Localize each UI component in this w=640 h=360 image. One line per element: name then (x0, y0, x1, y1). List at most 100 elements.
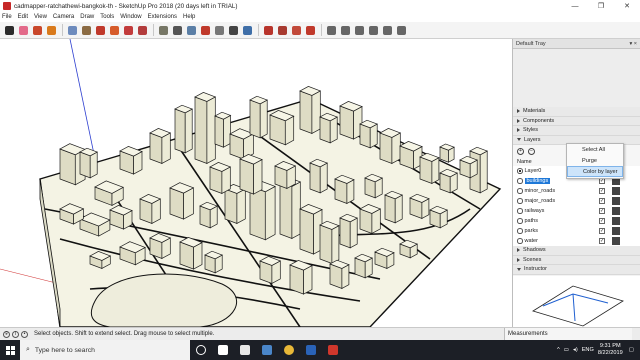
panel-shadows[interactable]: Shadows (513, 246, 640, 256)
menu-view[interactable]: View (34, 14, 47, 20)
sketchup-active-taskbar-button[interactable] (322, 340, 344, 360)
menu-file[interactable]: File (2, 14, 12, 20)
orbit-tool-button[interactable] (199, 24, 211, 36)
maximize-button[interactable]: ❐ (588, 0, 614, 12)
menu-item-select-all[interactable]: Select All (567, 144, 623, 155)
close-button[interactable]: ✕ (614, 0, 640, 12)
panel-scenes[interactable]: Scenes (513, 255, 640, 265)
active-layer-radio[interactable] (517, 168, 523, 174)
left-view-button[interactable] (395, 24, 407, 36)
layer-color-swatch[interactable] (612, 187, 620, 195)
panel-instructor[interactable]: Instructor (513, 265, 640, 275)
minimize-button[interactable]: — (562, 0, 588, 12)
paint-bucket-tool-button[interactable] (185, 24, 197, 36)
active-layer-radio[interactable] (517, 208, 523, 214)
credits-icon[interactable]: i (12, 330, 19, 338)
language-indicator[interactable]: ENG (582, 347, 594, 353)
chrome-taskbar-button[interactable] (278, 340, 300, 360)
top-view-button[interactable] (339, 24, 351, 36)
panel-materials[interactable]: Materials (513, 107, 640, 117)
menu-extensions[interactable]: Extensions (148, 14, 177, 20)
layer-row[interactable]: parks ✓ (513, 226, 640, 236)
layout-tool-button[interactable] (290, 24, 302, 36)
zoom-tool-button[interactable] (227, 24, 239, 36)
menu-window[interactable]: Window (120, 14, 141, 20)
layer-row[interactable]: railways ✓ (513, 206, 640, 216)
scale-tool-button[interactable] (122, 24, 134, 36)
rotate-tool-button[interactable] (108, 24, 120, 36)
menu-item-purge[interactable]: Purge (567, 155, 623, 166)
eraser-tool-button[interactable] (17, 24, 29, 36)
extension-warehouse-tool-button[interactable] (276, 24, 288, 36)
layer-color-swatch[interactable] (612, 207, 620, 215)
sketchup-taskbar-button[interactable] (256, 340, 278, 360)
pin-icon[interactable]: ▾ × (629, 41, 637, 47)
menu-draw[interactable]: Draw (80, 14, 94, 20)
layer-row[interactable]: major_roads ✓ (513, 196, 640, 206)
measurements-box[interactable]: Measurements (504, 327, 632, 341)
shape-tool-button[interactable] (66, 24, 78, 36)
taskbar-search[interactable]: ⌕ Type here to search (20, 340, 190, 360)
active-layer-radio[interactable] (517, 178, 523, 184)
active-layer-radio[interactable] (517, 238, 523, 244)
back-view-button[interactable] (381, 24, 393, 36)
model-viewport[interactable] (0, 39, 512, 327)
menu-edit[interactable]: Edit (18, 14, 28, 20)
layer-row[interactable]: minor_roads ✓ (513, 186, 640, 196)
layer-color-swatch[interactable] (612, 197, 620, 205)
delete-layer-icon[interactable]: − (528, 147, 535, 155)
building (209, 162, 232, 195)
offset-tool-button[interactable] (136, 24, 148, 36)
up-arrow-icon[interactable]: ^ (557, 347, 560, 353)
network-icon[interactable]: ▭ (564, 347, 569, 353)
active-layer-radio[interactable] (517, 218, 523, 224)
active-layer-radio[interactable] (517, 188, 523, 194)
user-icon[interactable]: • (21, 330, 28, 338)
clock[interactable]: 9:31 PM 8/22/2019 (598, 343, 623, 357)
text-tool-button[interactable] (171, 24, 183, 36)
layer-color-swatch[interactable] (612, 217, 620, 225)
add-layer-icon[interactable]: + (517, 147, 524, 155)
pushpull-tool-button[interactable] (80, 24, 92, 36)
visibility-checkbox[interactable]: ✓ (599, 238, 605, 244)
right-view-button[interactable] (367, 24, 379, 36)
pan-tool-button[interactable] (213, 24, 225, 36)
extension-manager-tool-button[interactable] (304, 24, 316, 36)
visibility-checkbox[interactable]: ✓ (599, 188, 605, 194)
visibility-checkbox[interactable]: ✓ (599, 208, 605, 214)
revit-taskbar-button[interactable] (300, 340, 322, 360)
iso-view-button[interactable] (325, 24, 337, 36)
visibility-checkbox[interactable]: ✓ (599, 198, 605, 204)
tape-measure-tool-button[interactable] (157, 24, 169, 36)
unreal-taskbar-button[interactable] (234, 340, 256, 360)
active-layer-radio[interactable] (517, 228, 523, 234)
select-tool-button[interactable] (3, 24, 15, 36)
move-tool-button[interactable] (94, 24, 106, 36)
arc-tool-button[interactable] (45, 24, 57, 36)
visibility-checkbox[interactable]: ✓ (599, 228, 605, 234)
warehouse-tool-button[interactable] (262, 24, 274, 36)
windows-start-icon[interactable] (0, 340, 20, 360)
building (149, 128, 172, 165)
menu-camera[interactable]: Camera (53, 14, 74, 20)
layer-color-swatch[interactable] (612, 237, 620, 245)
line-tool-button[interactable] (31, 24, 43, 36)
volume-icon[interactable]: ◂) (573, 347, 578, 353)
menu-tools[interactable]: Tools (100, 14, 114, 20)
visibility-checkbox[interactable]: ✓ (599, 218, 605, 224)
layer-row[interactable]: paths ✓ (513, 216, 640, 226)
menu-item-color-by-layer[interactable]: Color by layer (567, 166, 623, 177)
active-layer-radio[interactable] (517, 198, 523, 204)
geo-location-icon[interactable]: ⌾ (3, 330, 10, 338)
layer-color-swatch[interactable] (612, 227, 620, 235)
layer-row[interactable]: water ✓ (513, 236, 640, 246)
task-view-taskbar-button[interactable] (212, 340, 234, 360)
cortana-taskbar-button[interactable] (190, 340, 212, 360)
zoom-extents-tool-button[interactable] (241, 24, 253, 36)
notifications-icon[interactable]: ▢ (629, 347, 634, 353)
name-column-label: Name (517, 158, 532, 165)
menu-help[interactable]: Help (183, 14, 195, 20)
front-view-button[interactable] (353, 24, 365, 36)
panel-components[interactable]: Components (513, 116, 640, 126)
panel-styles[interactable]: Styles (513, 126, 640, 136)
